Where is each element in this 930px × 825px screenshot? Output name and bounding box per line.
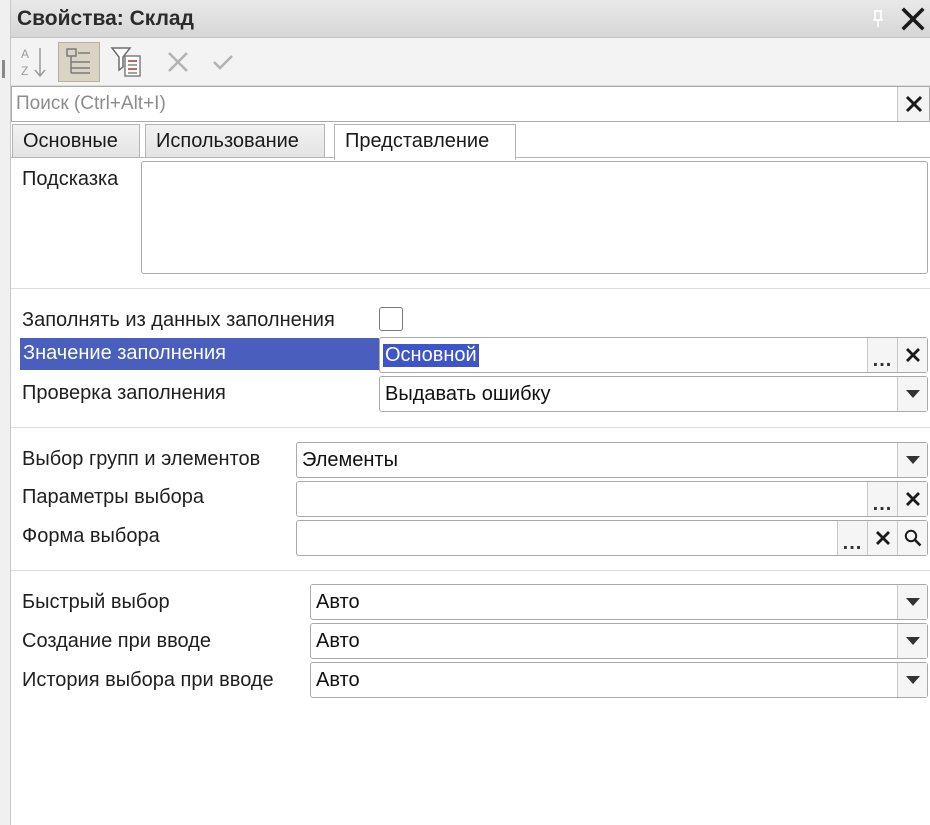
fill-value-field[interactable]: Основной ... [379,337,928,373]
quick-choice-dropdown-button[interactable] [897,585,927,619]
fill-value-text: Основной [383,344,479,367]
tab-usage[interactable]: Использование [145,124,325,158]
window-title: Свойства: Склад [17,7,194,30]
chevron-down-icon [905,390,920,398]
section-divider [11,427,930,428]
clear-icon [905,348,920,362]
sort-alphabetical-button[interactable]: AZ [13,42,55,82]
strip-mark [2,60,5,78]
section-divider [11,570,930,571]
category-list-icon [66,48,90,74]
search-box [11,86,930,122]
chevron-down-icon [905,676,920,684]
cross-icon [168,52,188,72]
search-input[interactable] [16,91,886,117]
selection-form-field[interactable]: ... [296,520,928,556]
create-on-input-label: Создание при вводе [22,630,211,652]
cancel-button[interactable] [157,42,199,82]
properties-panel: Свойства: Склад AZ Основны [11,0,930,825]
categorized-view-button[interactable] [58,42,100,82]
fill-value-row-highlight: Значение заполнения [20,338,379,370]
create-on-input-dropdown[interactable]: Авто [310,623,928,659]
selection-form-select-button[interactable]: ... [837,521,867,555]
selection-params-field[interactable]: ... [296,481,928,517]
choice-history-value: Авто [316,669,360,691]
filter-button[interactable] [106,42,148,82]
chevron-down-icon [905,456,920,464]
fill-value-clear-button[interactable] [897,338,927,372]
quick-choice-value: Авто [316,591,360,613]
checkmark-icon [213,55,233,70]
fill-check-label: Проверка заполнения [22,382,226,404]
group-selection-value: Элементы [302,449,398,471]
sort-az-icon: AZ [21,47,46,78]
selection-form-label: Форма выбора [22,525,160,547]
chevron-down-icon [905,598,920,606]
search-clear-button[interactable] [897,87,929,121]
close-icon[interactable] [900,6,926,32]
quick-choice-dropdown[interactable]: Авто [310,584,928,620]
left-edge-strip [0,0,11,825]
choice-history-label: История выбора при вводе [22,669,274,691]
create-on-input-dropdown-button[interactable] [897,624,927,658]
selection-params-select-button[interactable]: ... [867,482,897,516]
filter-list-icon [110,47,141,77]
selection-form-clear-button[interactable] [867,521,897,555]
fill-from-data-label: Заполнять из данных заполнения [22,309,335,331]
apply-button[interactable] [202,42,244,82]
selection-params-label: Параметры выбора [22,486,204,508]
fill-value-label: Значение заполнения [23,342,226,364]
clear-icon [875,531,890,545]
svg-text:Z: Z [21,64,28,78]
clear-icon [905,492,920,506]
choice-history-dropdown[interactable]: Авто [310,662,928,698]
fill-value-select-button[interactable]: ... [867,338,897,372]
svg-text:A: A [21,47,29,61]
fill-check-value: Выдавать ошибку [385,383,551,405]
hint-textarea[interactable] [141,161,928,274]
hint-label: Подсказка [22,168,119,190]
fill-from-data-checkbox[interactable] [379,307,403,331]
fill-check-dropdown[interactable]: Выдавать ошибку [379,376,928,412]
tab-presentation[interactable]: Представление [334,124,516,160]
selection-form-open-button[interactable] [897,521,927,555]
quick-choice-label: Быстрый выбор [22,591,170,613]
group-selection-dropdown-button[interactable] [897,443,927,477]
selection-params-clear-button[interactable] [897,482,927,516]
ellipsis-icon: ... [872,493,893,515]
section-divider [11,288,930,289]
group-selection-dropdown[interactable]: Элементы [296,442,928,478]
fill-check-dropdown-button[interactable] [897,377,927,411]
tab-main[interactable]: Основные [12,124,140,158]
clear-icon [905,95,922,113]
ellipsis-icon: ... [842,532,863,554]
tab-strip: Основные Использование Представление [11,124,930,160]
create-on-input-value: Авто [316,630,360,652]
ellipsis-icon: ... [872,349,893,371]
group-selection-label: Выбор групп и элементов [22,448,261,470]
pin-icon[interactable] [871,10,885,28]
chevron-down-icon [905,637,920,645]
title-bar: Свойства: Склад [11,0,930,38]
choice-history-dropdown-button[interactable] [897,663,927,697]
toolbar: AZ [11,38,930,86]
magnifier-icon [904,529,921,547]
